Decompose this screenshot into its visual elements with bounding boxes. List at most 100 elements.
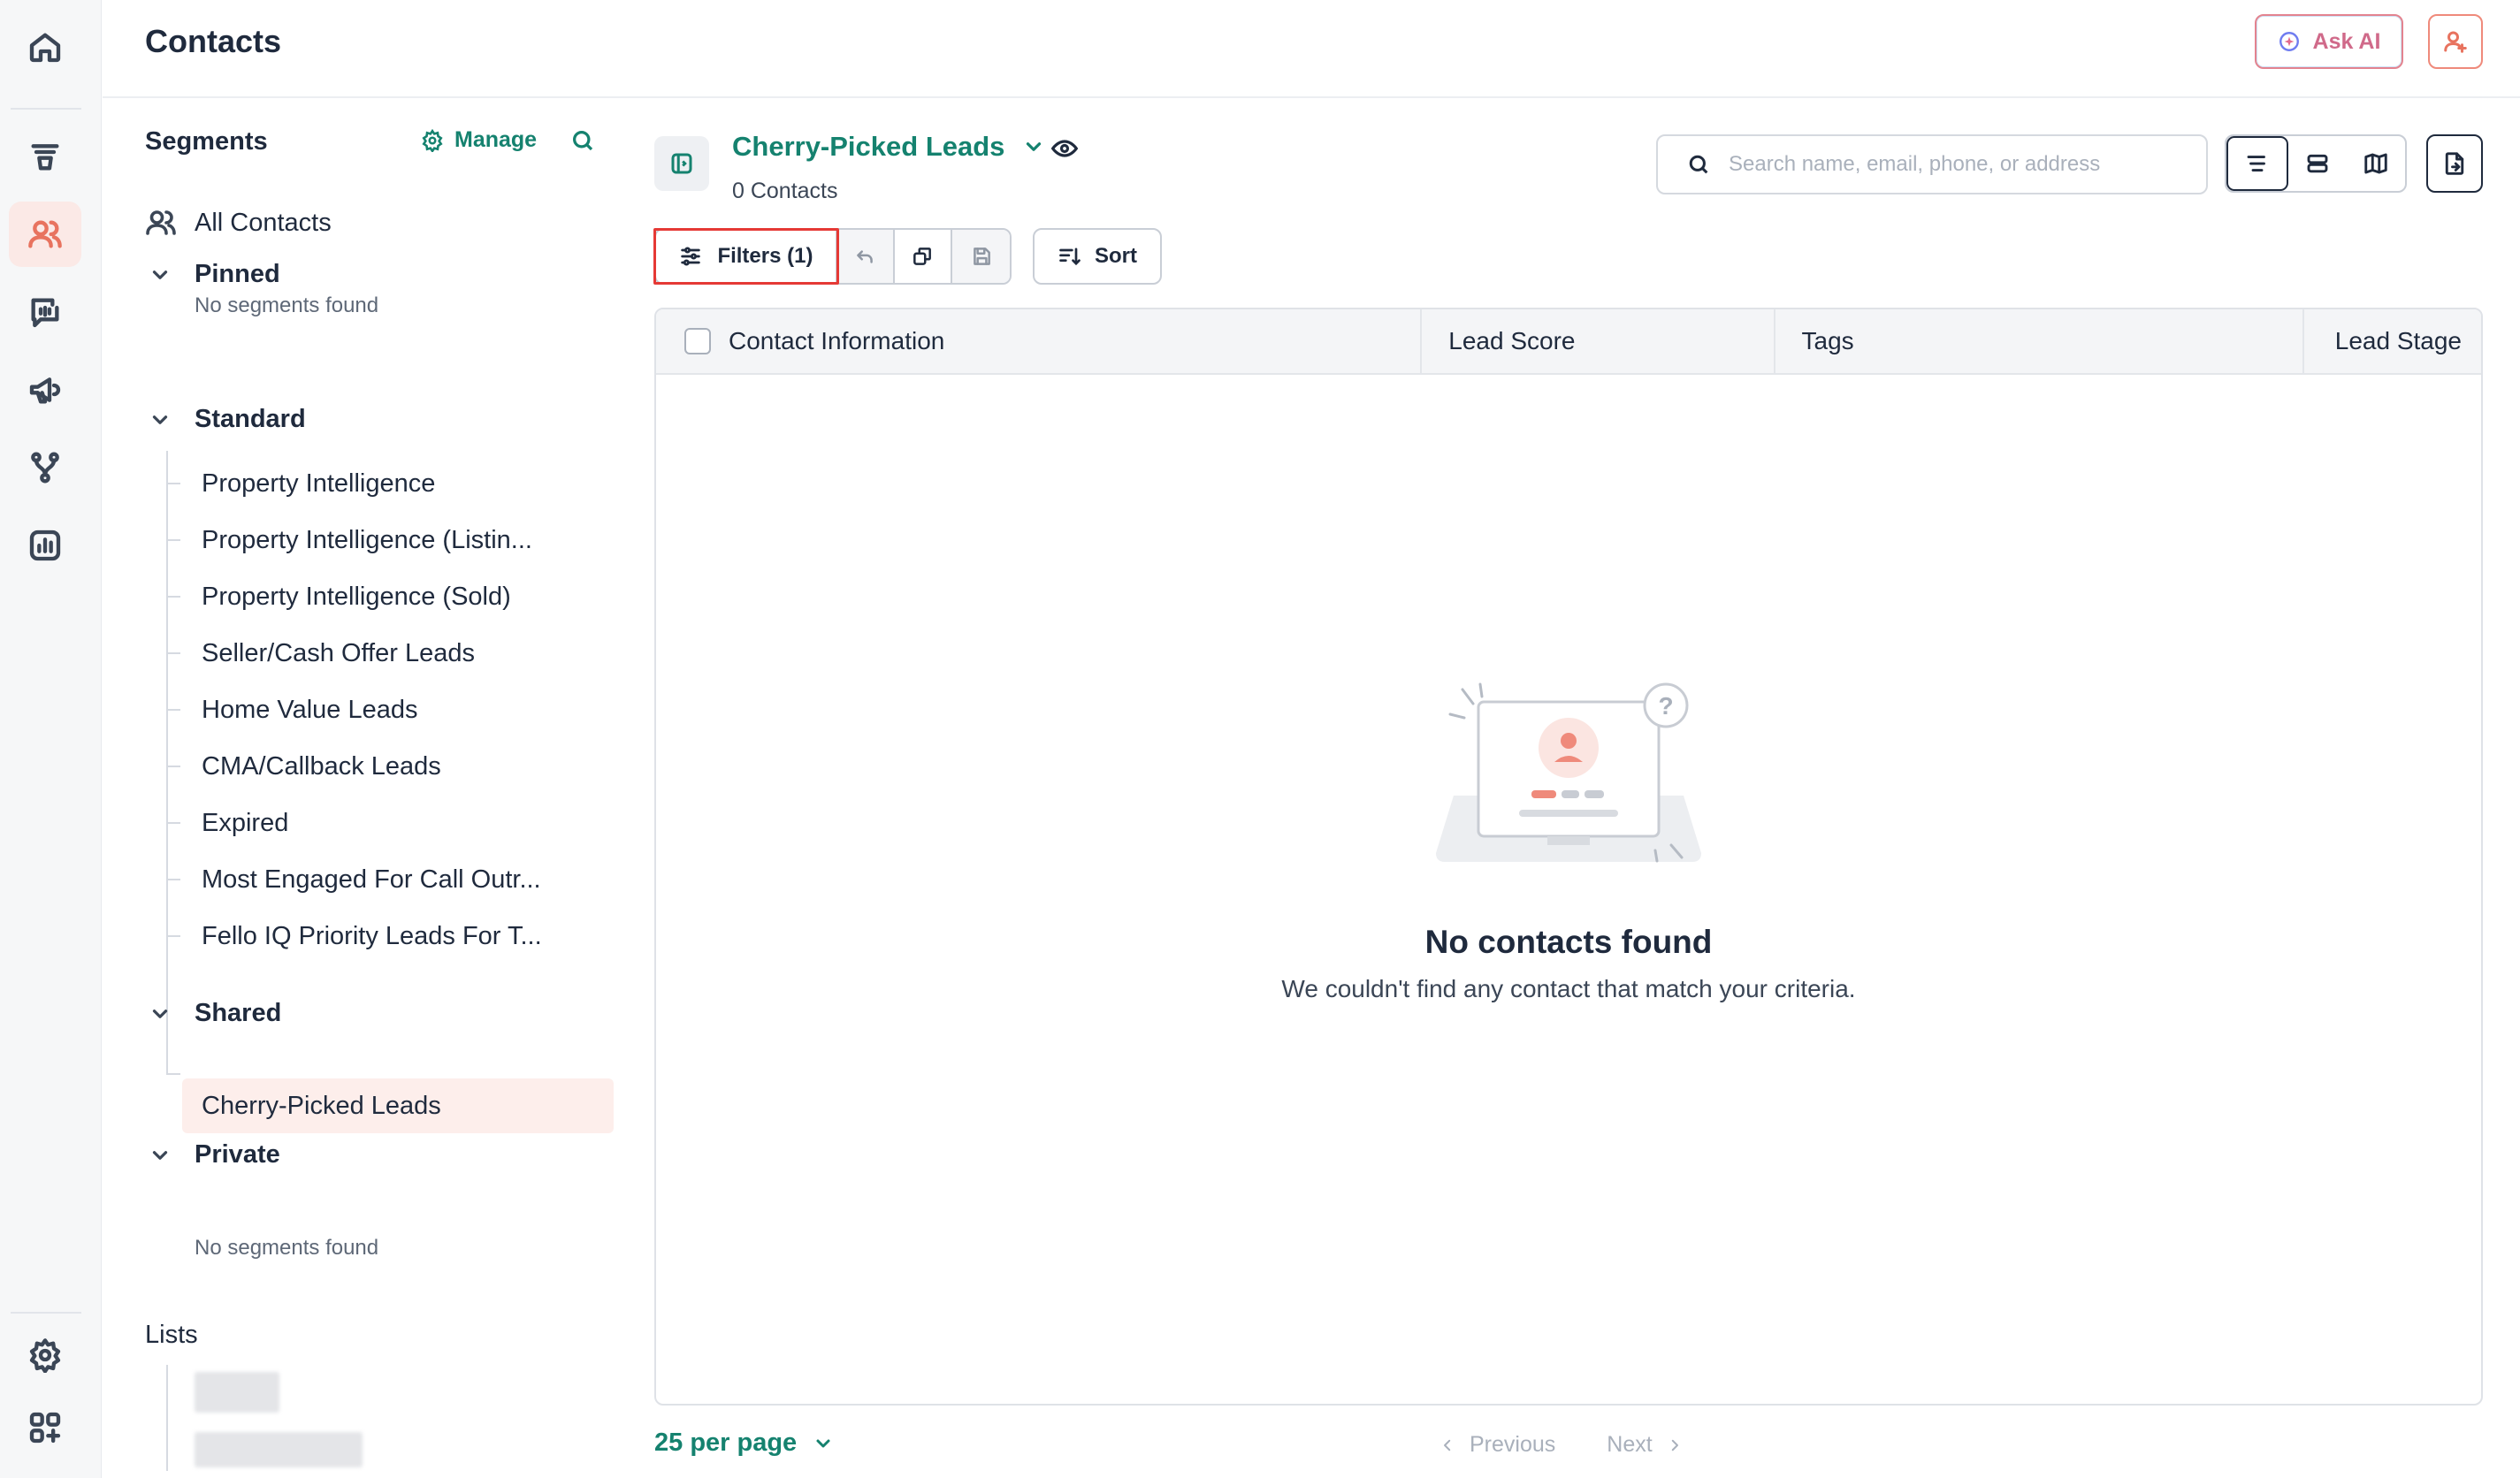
private-group-toggle[interactable]: Private <box>149 1140 280 1169</box>
messages-icon[interactable] <box>9 279 81 345</box>
segment-item[interactable]: Home Value Leads <box>166 682 614 737</box>
segment-item[interactable]: Property Intelligence <box>166 456 614 511</box>
per-page-label: 25 per page <box>654 1428 798 1457</box>
funnel-icon[interactable] <box>9 124 81 189</box>
segment-label: Cherry-Picked Leads <box>202 1091 441 1120</box>
list-view-button[interactable] <box>2226 136 2288 191</box>
view-switcher <box>2225 134 2407 193</box>
column-label: Tags <box>1801 327 1854 354</box>
undo-button[interactable] <box>836 230 895 283</box>
column-label: Lead Stage <box>2334 327 2462 354</box>
segment-label: Property Intelligence <box>202 469 436 498</box>
collapse-panel-button[interactable] <box>654 136 709 191</box>
segment-item[interactable]: Property Intelligence (Sold) <box>166 569 614 624</box>
empty-contacts-illustration: ? <box>1436 682 1701 863</box>
contacts-icon[interactable] <box>9 202 81 267</box>
segment-selector[interactable]: Cherry-Picked Leads <box>732 131 1045 163</box>
svg-text:?: ? <box>1658 692 1673 720</box>
pinned-empty-text: No segments found <box>195 293 379 317</box>
contact-search[interactable] <box>1656 134 2208 194</box>
page-title: Contacts <box>145 23 282 59</box>
home-icon[interactable] <box>9 14 81 80</box>
top-bar: Contacts Ask AI <box>103 0 2520 98</box>
workflow-icon[interactable] <box>9 435 81 500</box>
select-all-checkbox[interactable] <box>684 328 711 354</box>
segment-item[interactable]: Property Intelligence (Listin... <box>166 513 614 568</box>
standard-label: Standard <box>195 405 306 433</box>
segment-item-active[interactable]: Cherry-Picked Leads <box>166 1073 614 1133</box>
save-icon <box>973 248 990 265</box>
list-view-icon <box>2247 156 2265 171</box>
segment-item[interactable]: Seller/Cash Offer Leads <box>166 626 614 681</box>
segment-label: Property Intelligence (Sold) <box>202 582 511 611</box>
empty-state-subtitle: We couldn't find any contact that match … <box>1281 975 1856 1002</box>
pinned-group-toggle[interactable]: Pinned <box>149 260 280 289</box>
all-contacts-label: All Contacts <box>195 208 332 237</box>
rail-divider <box>11 108 81 110</box>
table-footer: 25 per page Previous Next <box>654 1421 2483 1466</box>
filters-button[interactable]: Filters (1) <box>656 230 837 283</box>
manage-button[interactable]: Manage <box>421 127 537 153</box>
contacts-icon <box>146 210 176 235</box>
segment-label: Expired <box>202 808 289 837</box>
standard-group-toggle[interactable]: Standard <box>149 405 306 434</box>
column-tags[interactable]: Tags <box>1775 309 2305 373</box>
search-icon <box>573 131 593 151</box>
sort-icon <box>1059 248 1081 266</box>
all-contacts-item[interactable]: All Contacts <box>145 207 332 239</box>
segment-item[interactable]: Expired <box>166 796 614 850</box>
chevron-down-icon <box>816 1439 830 1447</box>
tree-line <box>166 1045 168 1073</box>
ask-ai-label: Ask AI <box>2312 28 2381 54</box>
redacted-list-item[interactable] <box>195 1432 363 1467</box>
sidebar-toggle-icon <box>671 153 692 174</box>
pagination: Previous Next <box>1439 1432 1683 1458</box>
column-lead-score[interactable]: Lead Score <box>1422 309 1775 373</box>
empty-state-title: No contacts found <box>1424 924 1713 960</box>
card-view-button[interactable] <box>2288 136 2347 191</box>
filter-toolbar: Filters (1) <box>654 228 1012 285</box>
segment-search-button[interactable] <box>569 127 596 154</box>
settings-icon[interactable] <box>9 1322 81 1388</box>
column-lead-stage[interactable]: Lead Stage <box>2304 309 2481 373</box>
eye-icon[interactable] <box>1050 134 1079 163</box>
segment-item[interactable]: Fello IQ Priority Leads For T... <box>166 909 614 964</box>
private-empty-text: No segments found <box>195 1236 379 1260</box>
segment-label: Most Engaged For Call Outr... <box>202 865 541 894</box>
column-label: Contact Information <box>729 327 945 354</box>
previous-label: Previous <box>1470 1432 1556 1457</box>
ask-ai-button[interactable]: Ask AI <box>2255 14 2403 69</box>
chevron-down-icon <box>152 1009 168 1018</box>
reports-icon[interactable] <box>9 513 81 578</box>
next-label: Next <box>1607 1432 1653 1457</box>
export-button[interactable] <box>2426 134 2483 193</box>
segment-item[interactable]: Most Engaged For Call Outr... <box>166 852 614 907</box>
tree-line <box>166 1365 168 1471</box>
save-button[interactable] <box>952 230 1010 283</box>
map-icon <box>2364 153 2387 174</box>
search-input[interactable] <box>1729 152 2188 177</box>
shared-label: Shared <box>195 999 282 1027</box>
search-icon <box>1689 155 1708 174</box>
column-label: Lead Score <box>1448 327 1576 354</box>
duplicate-button[interactable] <box>894 230 952 283</box>
apps-icon[interactable] <box>9 1395 81 1460</box>
shared-group-toggle[interactable]: Shared <box>149 999 281 1028</box>
segment-item[interactable]: CMA/Callback Leads <box>166 739 614 794</box>
previous-page-button[interactable]: Previous <box>1439 1432 1555 1458</box>
add-contact-button[interactable] <box>2428 14 2483 69</box>
sort-button[interactable]: Sort <box>1033 228 1162 285</box>
filters-label: Filters (1) <box>717 244 813 268</box>
column-contact-information[interactable]: Contact Information <box>656 309 1423 373</box>
segment-label: Home Value Leads <box>202 695 418 724</box>
nav-rail <box>0 0 102 1478</box>
sliders-icon <box>681 247 701 266</box>
sparkle-icon <box>2279 32 2299 51</box>
per-page-select[interactable]: 25 per page <box>654 1428 834 1458</box>
segments-panel: Segments Manage All Contacts Pinned No s… <box>103 99 631 1478</box>
next-page-button[interactable]: Next <box>1607 1432 1682 1458</box>
redacted-list-item[interactable] <box>195 1372 279 1413</box>
megaphone-icon[interactable] <box>9 357 81 423</box>
map-view-button[interactable] <box>2347 136 2405 191</box>
rail-divider <box>11 1312 81 1314</box>
